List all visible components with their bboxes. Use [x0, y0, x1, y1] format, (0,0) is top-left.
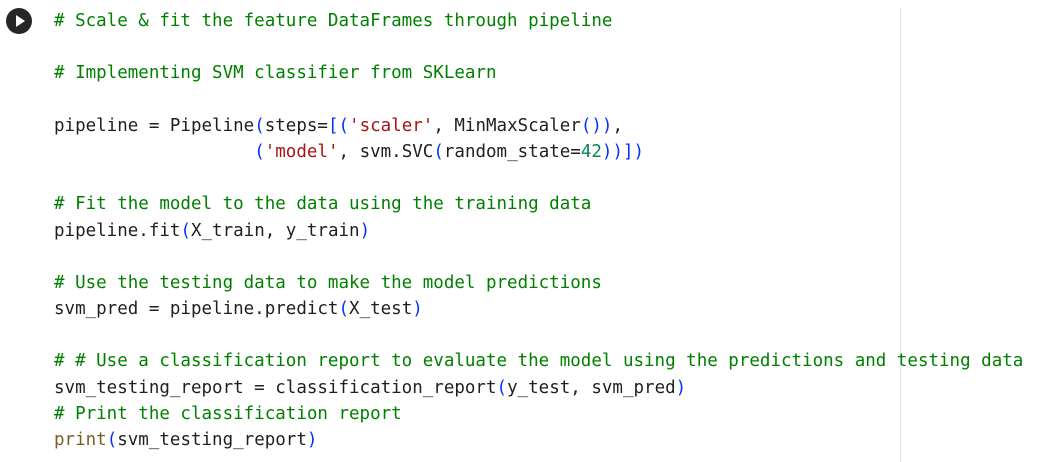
comment-token: # Print the classification report: [54, 403, 402, 424]
bracket-token: ): [412, 299, 423, 320]
code-line: # Use the testing data to make the model…: [54, 270, 1044, 296]
code-line: # Implementing SVM classifier from SKLea…: [54, 60, 1044, 86]
string-token: 'scaler': [349, 115, 434, 136]
code-token: steps=: [264, 115, 328, 136]
code-token: svm_pred = pipeline.predict: [54, 299, 339, 320]
code-token: y_test, svm_pred: [507, 377, 676, 398]
code-token: svm_testing_report: [117, 430, 307, 450]
code-line: ('model', svm.SVC(random_state=42))]): [54, 139, 1044, 165]
run-cell-button[interactable]: [6, 8, 32, 34]
code-token: svm_testing_report = classification_repo…: [54, 377, 497, 398]
code-line: pipeline = Pipeline(steps=[('scaler', Mi…: [54, 113, 1044, 139]
code-token: random_state=: [443, 141, 581, 162]
bracket-token: ))]): [601, 141, 645, 162]
bracket-token: ): [675, 377, 687, 398]
bracket-token: ): [359, 220, 371, 241]
code-token: ,: [612, 115, 623, 136]
comment-token: # Fit the model to the data using the tr…: [54, 194, 592, 215]
bracket-token: (: [106, 430, 118, 450]
code-line: svm_testing_report = classification_repo…: [54, 375, 1044, 401]
comment-token: # Implementing SVM classifier from SKLea…: [54, 63, 497, 84]
bracket-token: ): [306, 430, 318, 450]
code-token: X_test: [349, 299, 413, 320]
comment-token: # Scale & fit the feature DataFrames thr…: [54, 11, 613, 31]
code-line: # Scale & fit the feature DataFrames thr…: [54, 8, 1044, 34]
code-cell[interactable]: # Scale & fit the feature DataFrames thr…: [0, 0, 1052, 462]
bracket-token: (: [433, 141, 444, 162]
bracket-token: (: [496, 377, 508, 398]
code-token: pipeline = Pipeline: [54, 115, 255, 136]
code-line: pipeline.fit(X_train, y_train): [54, 218, 1044, 244]
code-editor[interactable]: # Scale & fit the feature DataFrames thr…: [54, 8, 1044, 453]
code-line: # # Use a classification report to evalu…: [54, 348, 1044, 374]
code-token: , MinMaxScaler: [433, 115, 581, 136]
code-token: pipeline.fit: [54, 220, 181, 241]
code-line: print(svm_testing_report): [54, 427, 1044, 453]
bracket-token: (: [254, 115, 265, 136]
bracket-token: [(: [327, 115, 350, 136]
comment-token: # Use the testing data to make the model…: [54, 272, 602, 293]
string-token: 'model': [264, 141, 339, 162]
bracket-token: (: [180, 220, 191, 241]
builtin-token: print: [54, 430, 107, 450]
comment-token: # # Use a classification report to evalu…: [54, 351, 1024, 372]
bracket-token: (: [254, 141, 265, 162]
code-token: , svm.SVC: [338, 141, 434, 162]
code-line: # Fit the model to the data using the tr…: [54, 191, 1044, 217]
bracket-token: ()): [580, 115, 613, 136]
play-icon: [16, 15, 25, 27]
code-line: svm_pred = pipeline.predict(X_test): [54, 296, 1044, 322]
bracket-token: (: [338, 299, 350, 320]
number-token: 42: [580, 141, 602, 162]
code-line: # Print the classification report: [54, 401, 1044, 427]
code-token: X_train, y_train: [190, 220, 360, 241]
